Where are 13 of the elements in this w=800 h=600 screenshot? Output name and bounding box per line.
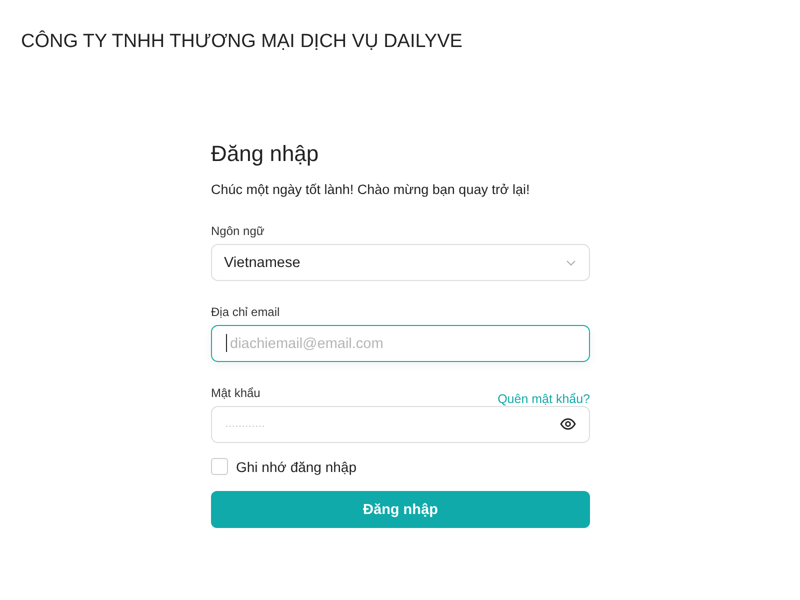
field-label: Mật khẩu	[211, 386, 260, 400]
remember-label[interactable]: Ghi nhớ đăng nhập	[236, 458, 356, 474]
field-label: Ngôn ngữ	[211, 224, 264, 238]
chevron-down-icon	[566, 260, 576, 266]
welcome-text: Chúc một ngày tốt lành! Chào mừng bạn quay trở lại!	[211, 182, 530, 197]
language-select[interactable]: Vietnamese	[211, 244, 590, 281]
password-field[interactable]: ············	[211, 406, 590, 443]
eye-icon[interactable]	[560, 418, 576, 430]
form-title: Đăng nhập	[211, 141, 319, 167]
company-name: CÔNG TY TNHH THƯƠNG MẠI DỊCH VỤ DAILYVE	[21, 31, 462, 53]
email-field[interactable]: diachiemail@email.com	[211, 325, 590, 362]
field-label: Địa chỉ email	[211, 305, 280, 319]
remember-checkbox[interactable]	[211, 458, 228, 475]
